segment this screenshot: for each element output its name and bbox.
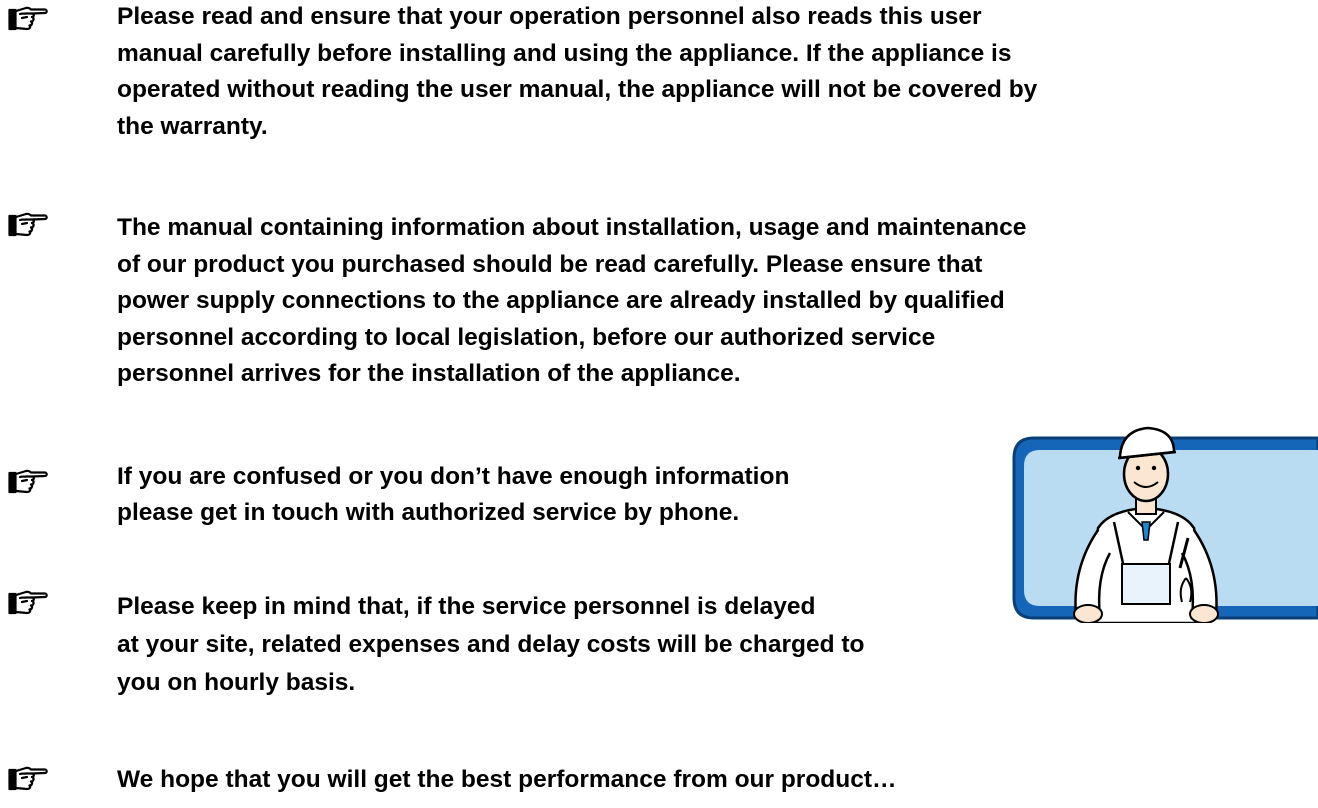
pointing-hand-icon [8, 4, 48, 34]
note-1-text: Please read and ensure that your operati… [117, 3, 1038, 140]
note-3-text: If you are confused or you don’t have en… [117, 463, 790, 526]
note-2-text: The manual containing information about … [117, 214, 1027, 387]
pointing-hand-icon [8, 467, 48, 497]
note-4-text: Please keep in mind that, if the service… [117, 593, 865, 696]
pointing-hand-icon [8, 764, 48, 794]
service-technician-icon [1012, 426, 1318, 623]
note-5-text: We hope that you will get the best perfo… [117, 766, 897, 793]
pointing-hand-icon [8, 588, 48, 618]
pointing-hand-icon [8, 210, 48, 240]
